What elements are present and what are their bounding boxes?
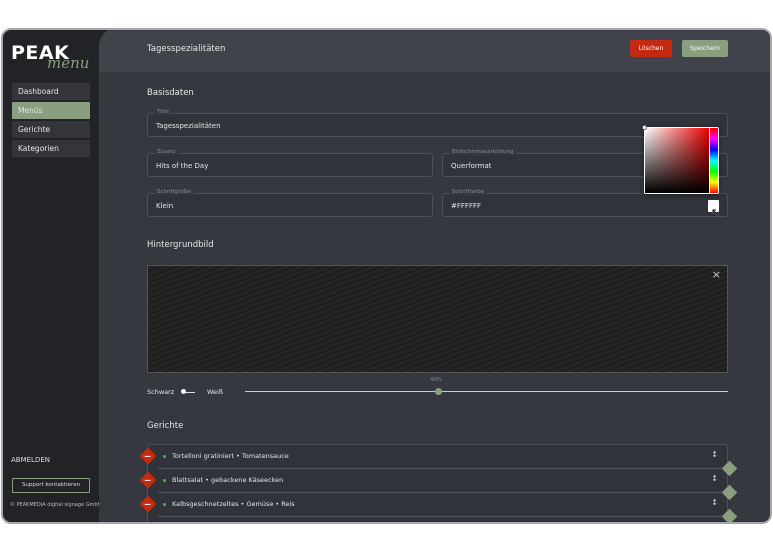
list-item[interactable]: Kalbsgeschnetzeltes • Gemüse • Reis ↕ (139, 493, 738, 522)
title-field[interactable]: Titel Tagesspezialitäten (147, 109, 728, 137)
field-label: Zusatz (154, 149, 179, 155)
color-toggle[interactable] (181, 389, 195, 394)
color-picker[interactable] (642, 125, 719, 194)
list-item[interactable]: Blattsalat • gebackene Käseecken ↕ (139, 469, 738, 501)
sidebar-item-menus[interactable]: Menüs (12, 102, 90, 119)
drag-handle-icon[interactable]: ↕ (711, 498, 718, 507)
support-button[interactable]: Support kontaktieren (12, 478, 90, 493)
section-basisdaten: Basisdaten (147, 88, 194, 98)
field-value: #FFFFFF (451, 202, 482, 210)
field-label: Schriftfarbe (449, 189, 488, 195)
add-icon[interactable] (721, 508, 738, 522)
zusatz-field[interactable]: Zusatz Hits of the Day (147, 149, 433, 177)
sidebar-item-kategorien[interactable]: Kategorien (12, 140, 90, 157)
field-value: Hits of the Day (156, 162, 209, 170)
remove-icon[interactable] (139, 495, 157, 513)
picker-handle[interactable] (642, 125, 647, 130)
main-panel: Tagesspezialitäten Löschen Speichern Bas… (99, 30, 770, 522)
saturation-area[interactable] (645, 128, 709, 193)
status-dot (163, 503, 166, 506)
font-size-select[interactable]: Schriftgröße Klein (147, 189, 433, 217)
section-dishes: Gerichte (147, 421, 184, 431)
cursor-icon: ↖ (711, 206, 721, 219)
save-button[interactable]: Speichern (682, 40, 728, 57)
slider-value-label: 40% (430, 377, 443, 383)
field-value: Klein (156, 202, 174, 210)
logo-sub: menu (47, 54, 90, 72)
field-value: Tagesspezialitäten (156, 122, 221, 130)
dish-list: Tortelloni gratiniert • Tomatensauce ↕ Bl… (139, 444, 738, 522)
field-label: Bildschirmausrichtung (449, 149, 517, 155)
logout-link[interactable]: ABMELDEN (11, 456, 50, 464)
remove-icon[interactable] (139, 471, 157, 489)
dish-name: Kalbsgeschnetzeltes • Gemüse • Reis (172, 500, 295, 508)
app-window: PEAK menu Dashboard Menüs Gerichte Kateg… (1, 28, 772, 524)
delete-button[interactable]: Löschen (630, 40, 672, 57)
font-color-field[interactable]: Schriftfarbe #FFFFFF (442, 189, 728, 217)
background-image[interactable]: × (147, 265, 728, 373)
hue-slider[interactable] (710, 128, 718, 193)
field-label: Schriftgröße (154, 189, 194, 195)
drag-handle-icon[interactable]: ↕ (711, 474, 718, 483)
sidebar-item-dashboard[interactable]: Dashboard (12, 83, 90, 100)
remove-icon[interactable] (139, 447, 157, 465)
header: Tagesspezialitäten Löschen Speichern (99, 30, 770, 72)
opacity-slider[interactable] (245, 391, 728, 392)
page-title: Tagesspezialitäten (147, 44, 226, 54)
status-dot (163, 479, 166, 482)
field-label: Titel (154, 109, 172, 115)
toggle-label-black: Schwarz (147, 388, 175, 396)
close-icon[interactable]: × (712, 268, 721, 281)
dish-name: Tortelloni gratiniert • Tomatensauce (172, 452, 289, 460)
status-dot (163, 455, 166, 458)
dish-name: Blattsalat • gebackene Käseecken (172, 476, 284, 484)
toggle-label-white: Weiß (207, 388, 223, 396)
section-background: Hintergrundbild (147, 240, 214, 250)
sidebar-item-gerichte[interactable]: Gerichte (12, 121, 90, 138)
copyright: © PEAKMEDIA digital signage GmbH (10, 502, 102, 508)
drag-handle-icon[interactable]: ↕ (711, 450, 718, 459)
list-item[interactable]: Tortelloni gratiniert • Tomatensauce ↕ (139, 445, 738, 477)
field-value: Querformat (451, 162, 492, 170)
slider-thumb[interactable] (434, 388, 442, 395)
